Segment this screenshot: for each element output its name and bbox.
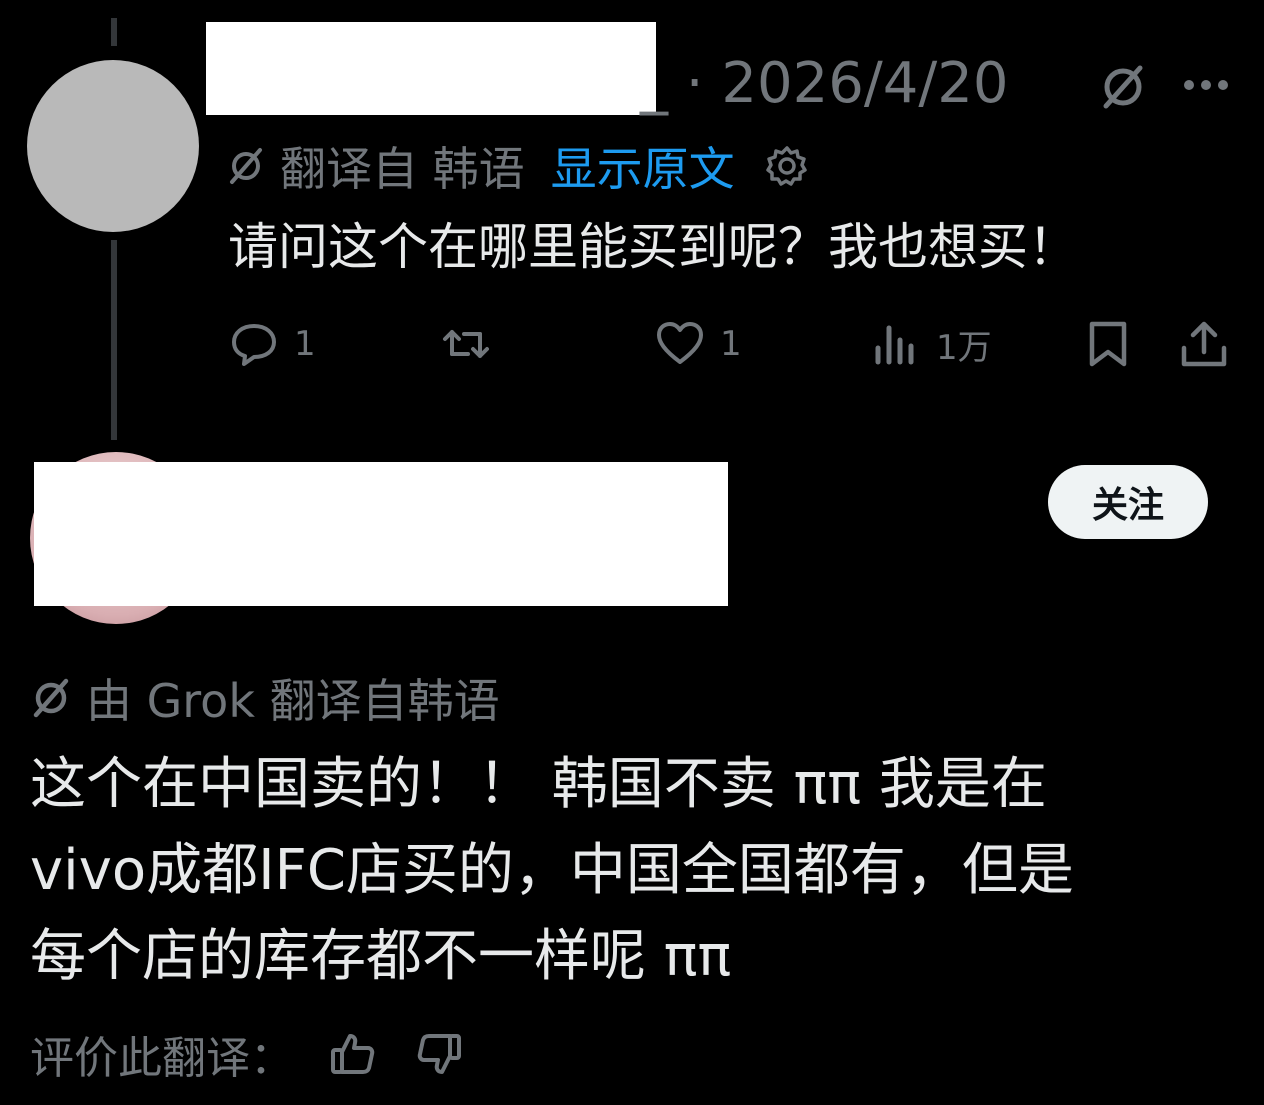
redacted-user-info <box>34 462 728 606</box>
bookmark-icon <box>1089 321 1127 367</box>
reply-text-line: 每个店的库存都不一样呢 ππ <box>30 924 732 989</box>
views-button[interactable]: 1万 <box>870 314 992 374</box>
thumbs-up-icon[interactable] <box>328 1030 376 1078</box>
grok-label-text: 由 Grok 翻译自韩语 <box>86 674 500 728</box>
thread-line-top <box>111 18 117 46</box>
rate-label: 评价此翻译： <box>30 1033 294 1084</box>
redacted-username <box>206 22 656 115</box>
grok-icon[interactable] <box>1098 62 1148 112</box>
grok-icon <box>230 148 262 184</box>
gear-icon[interactable] <box>765 144 809 188</box>
views-icon <box>875 325 914 365</box>
repost-icon <box>443 330 489 358</box>
reply-text: 这个在中国卖的！！ 韩国不卖 ππ 我是在 vivo成都IFC店买的，中国全国都… <box>30 742 1230 1000</box>
reply-button[interactable]: 1 <box>228 314 316 374</box>
reply-count: 1 <box>294 324 316 364</box>
reply-text-line: vivo成都IFC店买的，中国全国都有，但是 <box>30 838 1074 903</box>
tweet-text: 请问这个在哪里能买到呢？我也想买！ <box>228 218 1078 276</box>
share-icon <box>1181 321 1227 367</box>
show-original-link[interactable]: 显示原文 <box>551 133 735 199</box>
thumbs-down-icon[interactable] <box>416 1030 464 1078</box>
heart-icon <box>657 322 703 364</box>
follow-button[interactable]: 关注 <box>1048 465 1208 539</box>
more-icon[interactable] <box>1182 78 1230 92</box>
grok-icon <box>33 678 69 718</box>
rate-translation: 评价此翻译： <box>30 1024 464 1084</box>
translation-label: 翻译自 韩语 <box>280 142 525 196</box>
grok-translation-label: 由 Grok 翻译自韩语 <box>30 668 500 728</box>
like-count: 1 <box>720 324 742 364</box>
like-button[interactable]: 1 <box>654 314 742 374</box>
repost-button[interactable] <box>440 314 492 374</box>
tweet-meta: _ · 2026/4/20 <box>640 51 1009 116</box>
reply-text-line: 这个在中国卖的！！ 韩国不卖 ππ 我是在 <box>30 752 1047 817</box>
avatar[interactable] <box>27 60 199 232</box>
translation-bar: 翻译自 韩语 显示原文 <box>226 138 809 196</box>
views-count: 1万 <box>936 327 992 368</box>
reply-icon <box>232 324 276 366</box>
share-button[interactable] <box>1178 314 1230 374</box>
bookmark-button[interactable] <box>1082 314 1134 374</box>
thread-line <box>111 240 117 440</box>
